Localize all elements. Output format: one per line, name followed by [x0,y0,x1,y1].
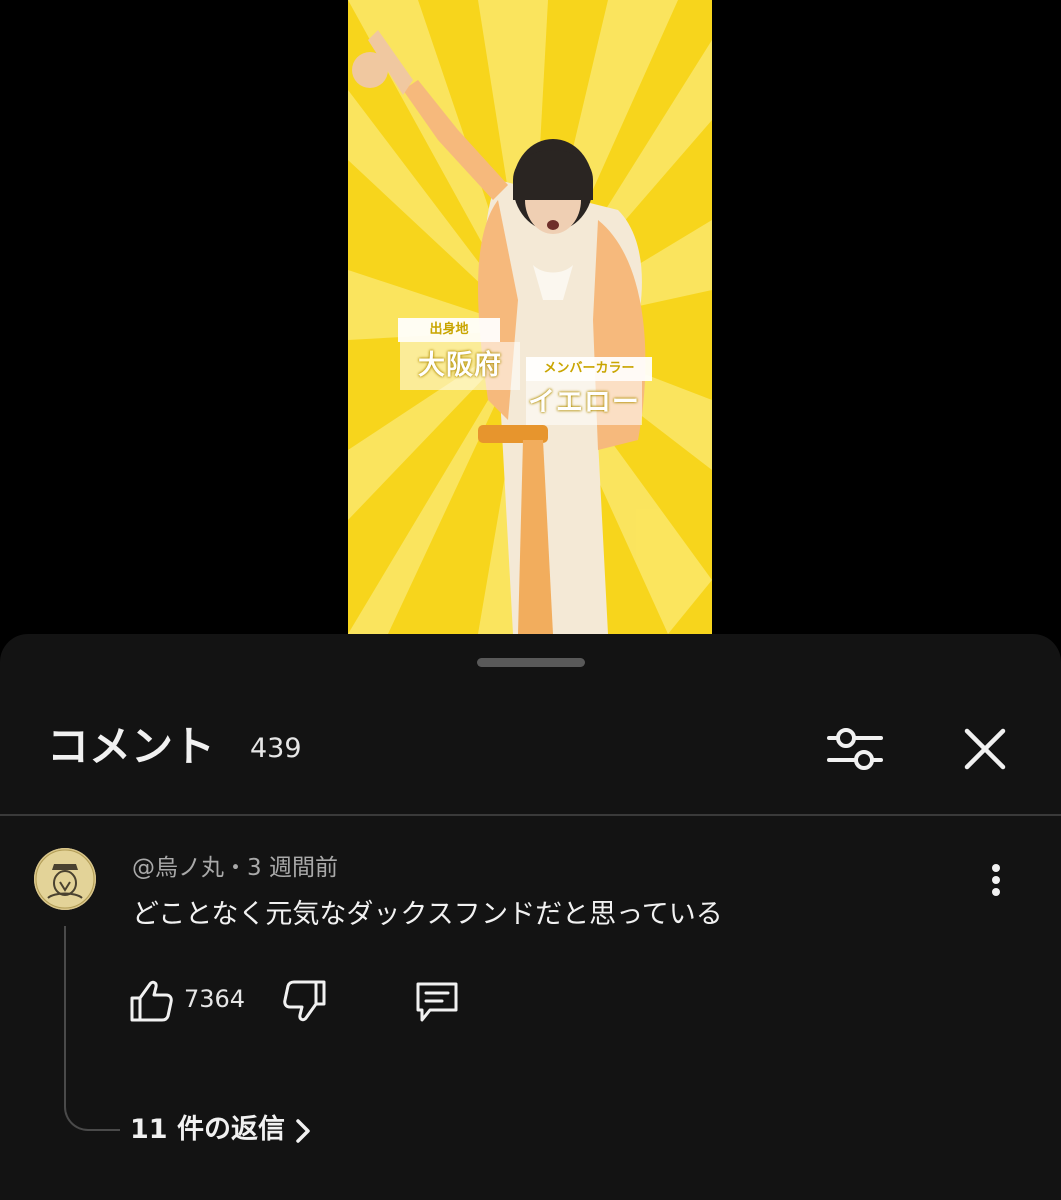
filter-button[interactable] [826,724,884,774]
like-button[interactable] [128,978,176,1024]
video-frame[interactable]: 出身地 大阪府 メンバーカラー イエロー [348,0,712,634]
avatar[interactable] [34,848,96,910]
thumbs-up-icon [130,980,173,1022]
avatar-image [34,848,96,910]
more-options-button[interactable] [982,860,1010,900]
sliders-icon [827,728,883,770]
comment-count: 439 [250,733,302,764]
comment-reply-icon [416,982,458,1022]
reply-button[interactable] [412,978,462,1024]
thread-line [64,926,120,1131]
caption-origin-value: 大阪府 [400,342,520,390]
caption-origin-label: 出身地 [398,318,500,342]
comment-time: 3 週間前 [247,855,338,881]
thumbs-down-icon [283,980,326,1022]
chevron-right-icon [296,1118,310,1143]
comment-author[interactable]: @烏ノ丸 [132,855,224,881]
divider [0,814,1061,816]
close-icon [964,728,1006,770]
caption-color-value: イエロー [526,381,642,425]
drag-handle[interactable] [477,658,585,667]
more-vertical-icon [992,864,1000,896]
comment-meta: @烏ノ丸・3 週間前 [132,854,338,882]
dislike-button[interactable] [280,978,328,1024]
comment-text: どことなく元気なダックスフンドだと思っている [132,899,723,930]
video-image [348,0,712,634]
like-count: 7364 [184,985,246,1013]
replies-label: 11 件の返信 [130,1114,285,1145]
caption-color-label: メンバーカラー [526,357,652,381]
view-replies-link[interactable]: 11 件の返信 [130,1110,313,1150]
meta-separator: ・ [224,855,247,881]
panel-title: コメント [47,722,216,771]
comments-sheet: コメント 439 @烏ノ丸・3 週間前 どことなく元気なダックスフンドだと思って [0,634,1061,1200]
close-button[interactable] [962,726,1008,772]
